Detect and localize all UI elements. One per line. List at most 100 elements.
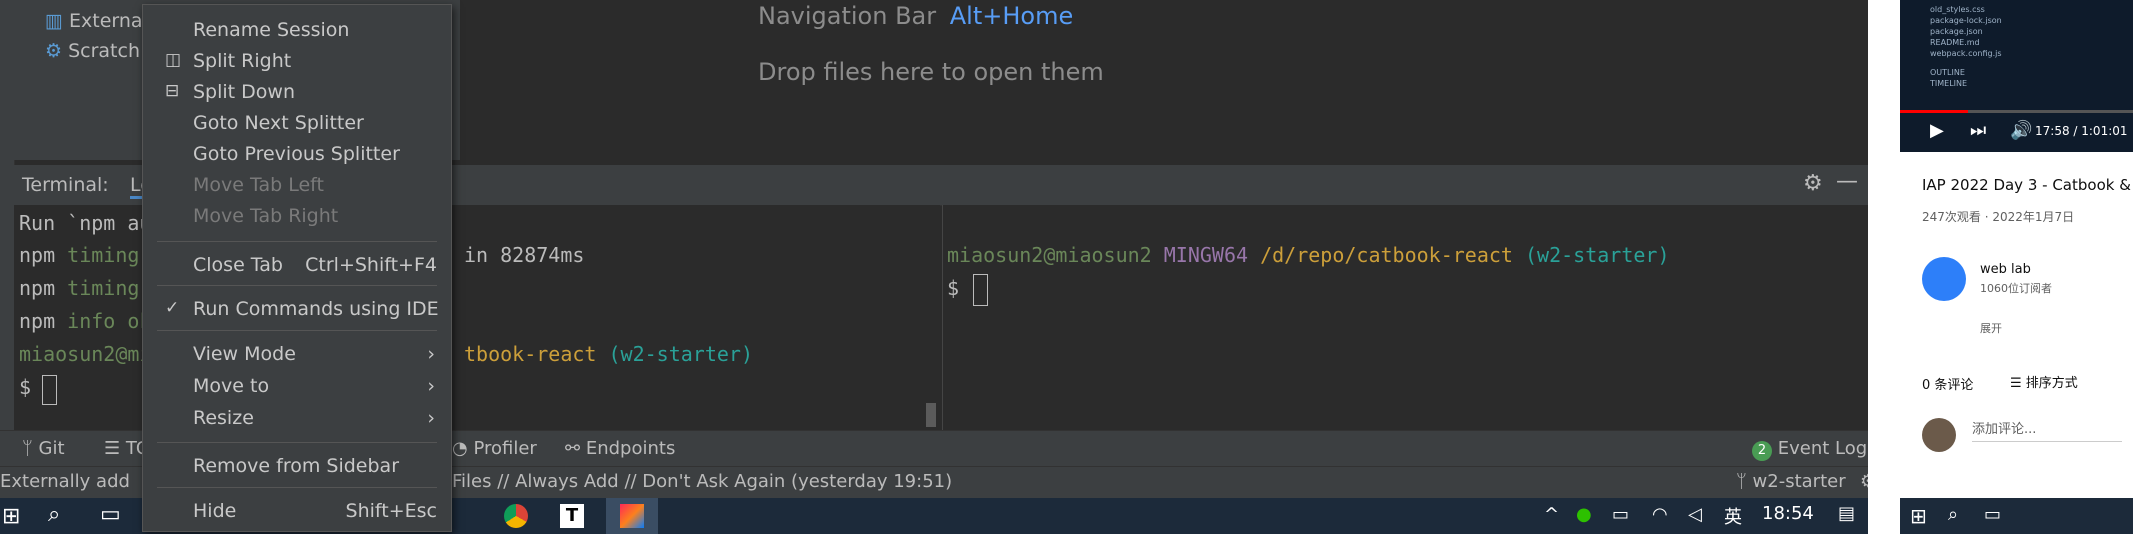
subscriber-count: 1060位订阅者 <box>1980 282 2052 295</box>
youtube-panel: old_styles.css package-lock.json package… <box>1900 0 2133 534</box>
channel-avatar[interactable] <box>1922 257 1966 301</box>
git-branch-icon: ᛘ <box>22 438 33 459</box>
status-message-tail: Files // Always Add // Don't Ask Again (… <box>452 471 953 492</box>
terminal-cursor <box>42 375 57 405</box>
menu-item-move-tab-left: Move Tab Left <box>193 174 324 196</box>
wifi-icon[interactable]: ◠ <box>1652 504 1668 525</box>
task-view-icon[interactable]: ▭ <box>100 502 121 527</box>
comment-count: 0 条评论 <box>1922 378 1974 393</box>
tree-item-scratch[interactable]: ⚙ Scratch <box>45 40 140 62</box>
channel-name[interactable]: web lab <box>1980 262 2031 277</box>
terminal-line-tail: tbook-react (w2-starter) <box>464 342 753 366</box>
search-icon[interactable]: ⌕ <box>1948 504 1958 525</box>
next-icon[interactable]: ⏭ <box>1970 120 1986 141</box>
menu-separator <box>157 487 437 488</box>
volume-icon[interactable]: ◁ <box>1688 504 1702 525</box>
terminal-label: Terminal: <box>22 174 109 196</box>
terminal-line: npm info ok <box>19 309 152 333</box>
user-avatar <box>1922 418 1956 452</box>
vcs-branch-widget[interactable]: ᛘ w2-starter <box>1736 471 1846 492</box>
video-time: 17:58 / 1:01:01 <box>2035 124 2128 138</box>
menu-item-split-down[interactable]: ⊟ Split Down <box>143 77 451 107</box>
windows-start-icon[interactable]: ⊞ <box>2 504 20 529</box>
editor-placeholder: Navigation Bar Alt+Home Drop files here … <box>460 0 1868 165</box>
play-icon[interactable]: ▶ <box>1930 120 1944 141</box>
menu-item-rename-session[interactable]: Rename Session <box>143 15 451 45</box>
ime-indicator[interactable]: 英 <box>1724 503 1742 529</box>
endpoints-icon: ⚯ <box>565 438 581 459</box>
add-comment-input[interactable]: 添加评论... <box>1972 418 2122 442</box>
terminal-line-tail: in 82874ms <box>464 243 585 267</box>
event-log-button[interactable]: 2 Event Log <box>1752 438 1867 461</box>
git-tool-button[interactable]: ᛘ Git <box>22 438 65 459</box>
expand-description[interactable]: 展开 <box>1980 320 2002 336</box>
menu-item-run-commands-using-ide[interactable]: ✓ Run Commands using IDE <box>143 294 451 324</box>
terminal-prompt: $ <box>947 276 960 300</box>
endpoints-tool-button[interactable]: ⚯ Endpoints <box>565 438 675 459</box>
video-title: IAP 2022 Day 3 - Catbook & R <box>1922 176 2133 194</box>
nav-hint: Navigation Bar Alt+Home <box>758 2 1074 30</box>
menu-item-move-to[interactable]: Move to › <box>143 371 451 401</box>
typora-icon[interactable]: T <box>560 504 584 528</box>
menu-item-goto-next-splitter[interactable]: Goto Next Splitter <box>143 108 451 138</box>
intellij-icon <box>620 504 644 528</box>
windows-start-icon[interactable]: ⊞ <box>1910 504 1927 528</box>
library-icon: ▥ <box>45 10 63 32</box>
video-player[interactable]: old_styles.css package-lock.json package… <box>1900 0 2133 152</box>
terminal-line: miaosun2@mi <box>19 342 152 366</box>
sort-comments-button[interactable]: ☰ 排序方式 <box>2010 372 2078 391</box>
menu-item-resize[interactable]: Resize › <box>143 403 451 433</box>
taskbar-active-app[interactable] <box>606 498 658 534</box>
search-icon[interactable]: ⌕ <box>48 502 60 527</box>
wechat-icon[interactable]: ● <box>1576 504 1592 525</box>
terminal-pane-right[interactable]: miaosun2@miaosun2 MINGW64 /d/repo/catboo… <box>942 205 1869 430</box>
chevron-right-icon: › <box>427 375 435 397</box>
video-progress-track[interactable] <box>1900 110 2133 113</box>
video-meta: 247次观看 · 2022年1月7日 <box>1922 210 2075 224</box>
terminal-tab-context-menu: Rename Session ◫ Split Right ⊟ Split Down … <box>142 4 452 532</box>
status-message[interactable]: Externally add <box>0 471 130 492</box>
menu-item-move-tab-right: Move Tab Right <box>193 205 339 227</box>
settings-gear-icon[interactable]: ⚙ <box>1803 171 1823 196</box>
tree-item-external[interactable]: ▥ External <box>45 10 148 32</box>
notification-icon[interactable]: ▤ <box>1838 503 1855 524</box>
check-icon: ✓ <box>165 298 180 318</box>
terminal-cursor <box>973 274 988 306</box>
menu-item-hide[interactable]: Hide Shift+Esc <box>143 496 451 526</box>
taskbar-secondary: ⊞ ⌕ ▭ <box>1900 498 2133 534</box>
terminal-prompt: $ <box>19 375 44 399</box>
video-progress-fill <box>1900 110 1968 113</box>
chevron-right-icon: › <box>427 343 435 365</box>
profiler-icon: ◔ <box>452 438 468 459</box>
task-view-icon[interactable]: ▭ <box>1984 504 2001 525</box>
scrollbar-thumb[interactable] <box>926 403 936 427</box>
list-icon: ☰ <box>104 438 121 459</box>
branch-icon: ᛘ <box>1736 471 1747 492</box>
chevron-up-icon[interactable]: ^ <box>1544 504 1559 525</box>
terminal-line: Run `npm au <box>19 211 152 235</box>
menu-item-split-right[interactable]: ◫ Split Right <box>143 46 451 76</box>
chrome-icon[interactable] <box>504 504 528 528</box>
window-divider <box>1868 0 1900 534</box>
menu-separator <box>157 285 437 286</box>
event-count-badge: 2 <box>1752 441 1772 461</box>
profiler-tool-button[interactable]: ◔ Profiler <box>452 438 537 459</box>
video-file-list: old_styles.css package-lock.json package… <box>1930 5 2002 88</box>
terminal-line: miaosun2@miaosun2 MINGW64 /d/repo/catboo… <box>947 243 1670 267</box>
clock[interactable]: 18:54 <box>1762 503 1814 524</box>
menu-separator <box>157 241 437 242</box>
menu-item-close-tab[interactable]: Close Tab Ctrl+Shift+F4 <box>143 250 451 280</box>
volume-icon[interactable]: 🔊 <box>2010 120 2032 141</box>
split-down-icon: ⊟ <box>165 81 180 101</box>
left-tool-strip <box>0 160 15 430</box>
scratch-icon: ⚙ <box>45 40 63 62</box>
hide-minimize-icon[interactable]: — <box>1836 169 1858 194</box>
menu-item-view-mode[interactable]: View Mode › <box>143 339 451 369</box>
menu-separator <box>157 330 437 331</box>
battery-icon[interactable]: ▭ <box>1612 504 1629 525</box>
drop-hint: Drop files here to open them <box>758 58 1104 86</box>
menu-item-goto-previous-splitter[interactable]: Goto Previous Splitter <box>143 139 451 169</box>
split-right-icon: ◫ <box>165 50 182 70</box>
menu-item-remove-from-sidebar[interactable]: Remove from Sidebar <box>143 451 451 481</box>
menu-separator <box>157 442 437 443</box>
